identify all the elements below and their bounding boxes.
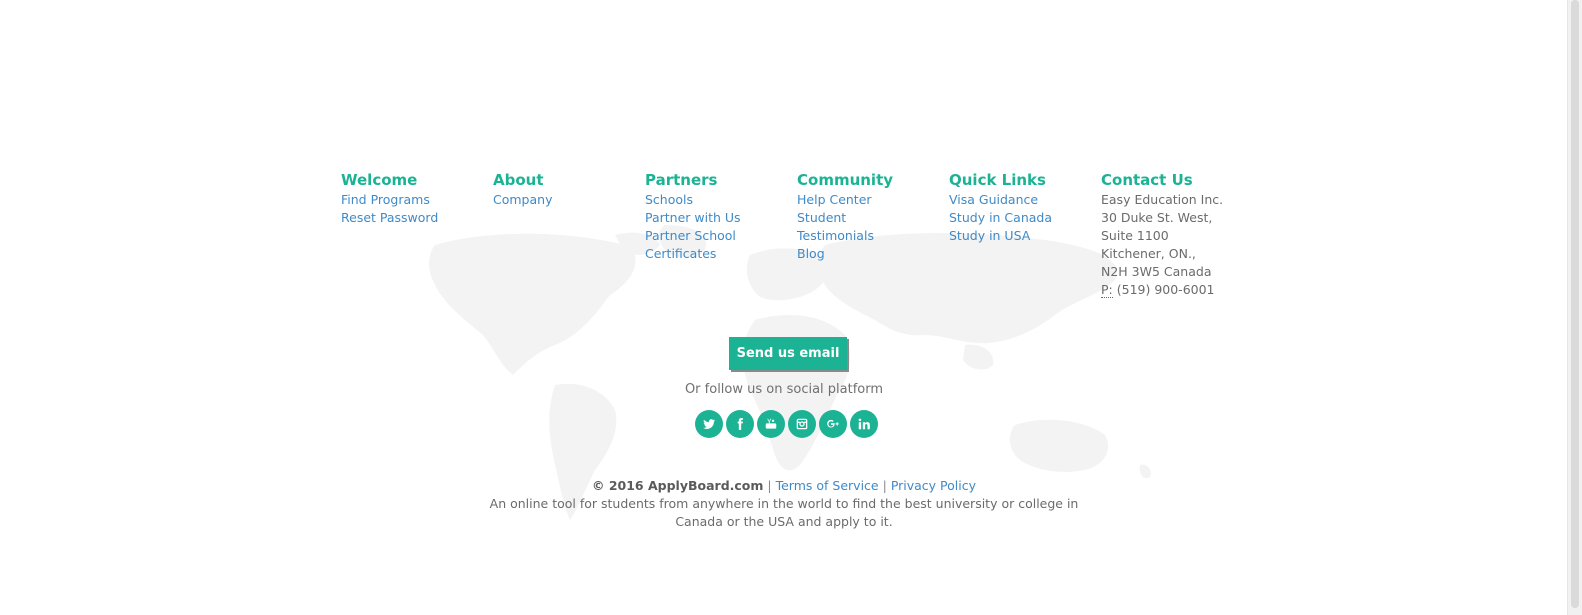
linkedin-icon[interactable] — [850, 410, 878, 438]
phone-line: P: (519) 900-6001 — [1101, 281, 1251, 299]
link-company[interactable]: Company — [493, 191, 643, 209]
follow-social-text: Or follow us on social platform — [684, 382, 884, 397]
link-certificates[interactable]: Certificates — [645, 245, 795, 263]
footer-link-columns: Welcome Find Programs Reset Password Abo… — [341, 169, 1241, 309]
column-about: About Company — [493, 169, 643, 209]
facebook-icon[interactable] — [726, 410, 754, 438]
link-student[interactable]: Student — [797, 209, 947, 227]
separator: | — [767, 478, 772, 493]
link-partner-school[interactable]: Partner School — [645, 227, 795, 245]
column-quick-links: Quick Links Visa Guidance Study in Canad… — [949, 169, 1099, 245]
scrollbar-thumb[interactable] — [1571, 0, 1579, 608]
legal-links-row: © 2016 ApplyBoard.com | Terms of Service… — [0, 477, 1568, 495]
link-reset-password[interactable]: Reset Password — [341, 209, 491, 227]
column-title: Quick Links — [949, 171, 1046, 189]
address-line: Easy Education Inc. — [1101, 192, 1224, 207]
tagline-line-2: Canada or the USA and apply to it. — [675, 514, 893, 529]
column-title: Contact Us — [1101, 171, 1193, 189]
link-blog[interactable]: Blog — [797, 245, 947, 263]
phone-label: P: — [1101, 282, 1113, 298]
link-study-in-canada[interactable]: Study in Canada — [949, 209, 1099, 227]
address-line: Suite 1100 — [1101, 228, 1169, 243]
link-help-center[interactable]: Help Center — [797, 191, 947, 209]
link-partner-with-us[interactable]: Partner with Us — [645, 209, 795, 227]
tagline-line-1: An online tool for students from anywher… — [489, 496, 1079, 511]
column-title: Welcome — [341, 171, 418, 189]
address-line: 30 Duke St. West, — [1101, 210, 1213, 225]
privacy-policy-link[interactable]: Privacy Policy — [891, 478, 976, 493]
link-testimonials[interactable]: Testimonials — [797, 227, 947, 245]
column-contact-us: Contact Us Easy Education Inc. 30 Duke S… — [1101, 169, 1251, 299]
address-line: N2H 3W5 Canada — [1101, 264, 1212, 279]
youtube-icon[interactable] — [757, 410, 785, 438]
link-schools[interactable]: Schools — [645, 191, 795, 209]
column-partners: Partners Schools Partner with Us Partner… — [645, 169, 795, 263]
vertical-scrollbar[interactable] — [1567, 0, 1582, 615]
send-email-button[interactable]: Send us email — [729, 337, 847, 370]
separator: | — [882, 478, 887, 493]
copyright-text: © 2016 ApplyBoard.com — [591, 478, 764, 493]
instagram-icon[interactable] — [788, 410, 816, 438]
column-welcome: Welcome Find Programs Reset Password — [341, 169, 491, 227]
terms-of-service-link[interactable]: Terms of Service — [776, 478, 879, 493]
column-community: Community Help Center Student Testimonia… — [797, 169, 947, 263]
twitter-icon[interactable] — [695, 410, 723, 438]
link-study-in-usa[interactable]: Study in USA — [949, 227, 1099, 245]
column-title: Community — [797, 171, 894, 189]
google-plus-icon[interactable] — [819, 410, 847, 438]
social-icons — [695, 410, 878, 438]
column-title: Partners — [645, 171, 718, 189]
legal-footer: © 2016 ApplyBoard.com | Terms of Service… — [0, 477, 1568, 531]
column-title: About — [493, 171, 544, 189]
link-find-programs[interactable]: Find Programs — [341, 191, 491, 209]
link-visa-guidance[interactable]: Visa Guidance — [949, 191, 1099, 209]
address-line: Kitchener, ON., — [1101, 246, 1196, 261]
phone-number: (519) 900-6001 — [1116, 282, 1215, 297]
